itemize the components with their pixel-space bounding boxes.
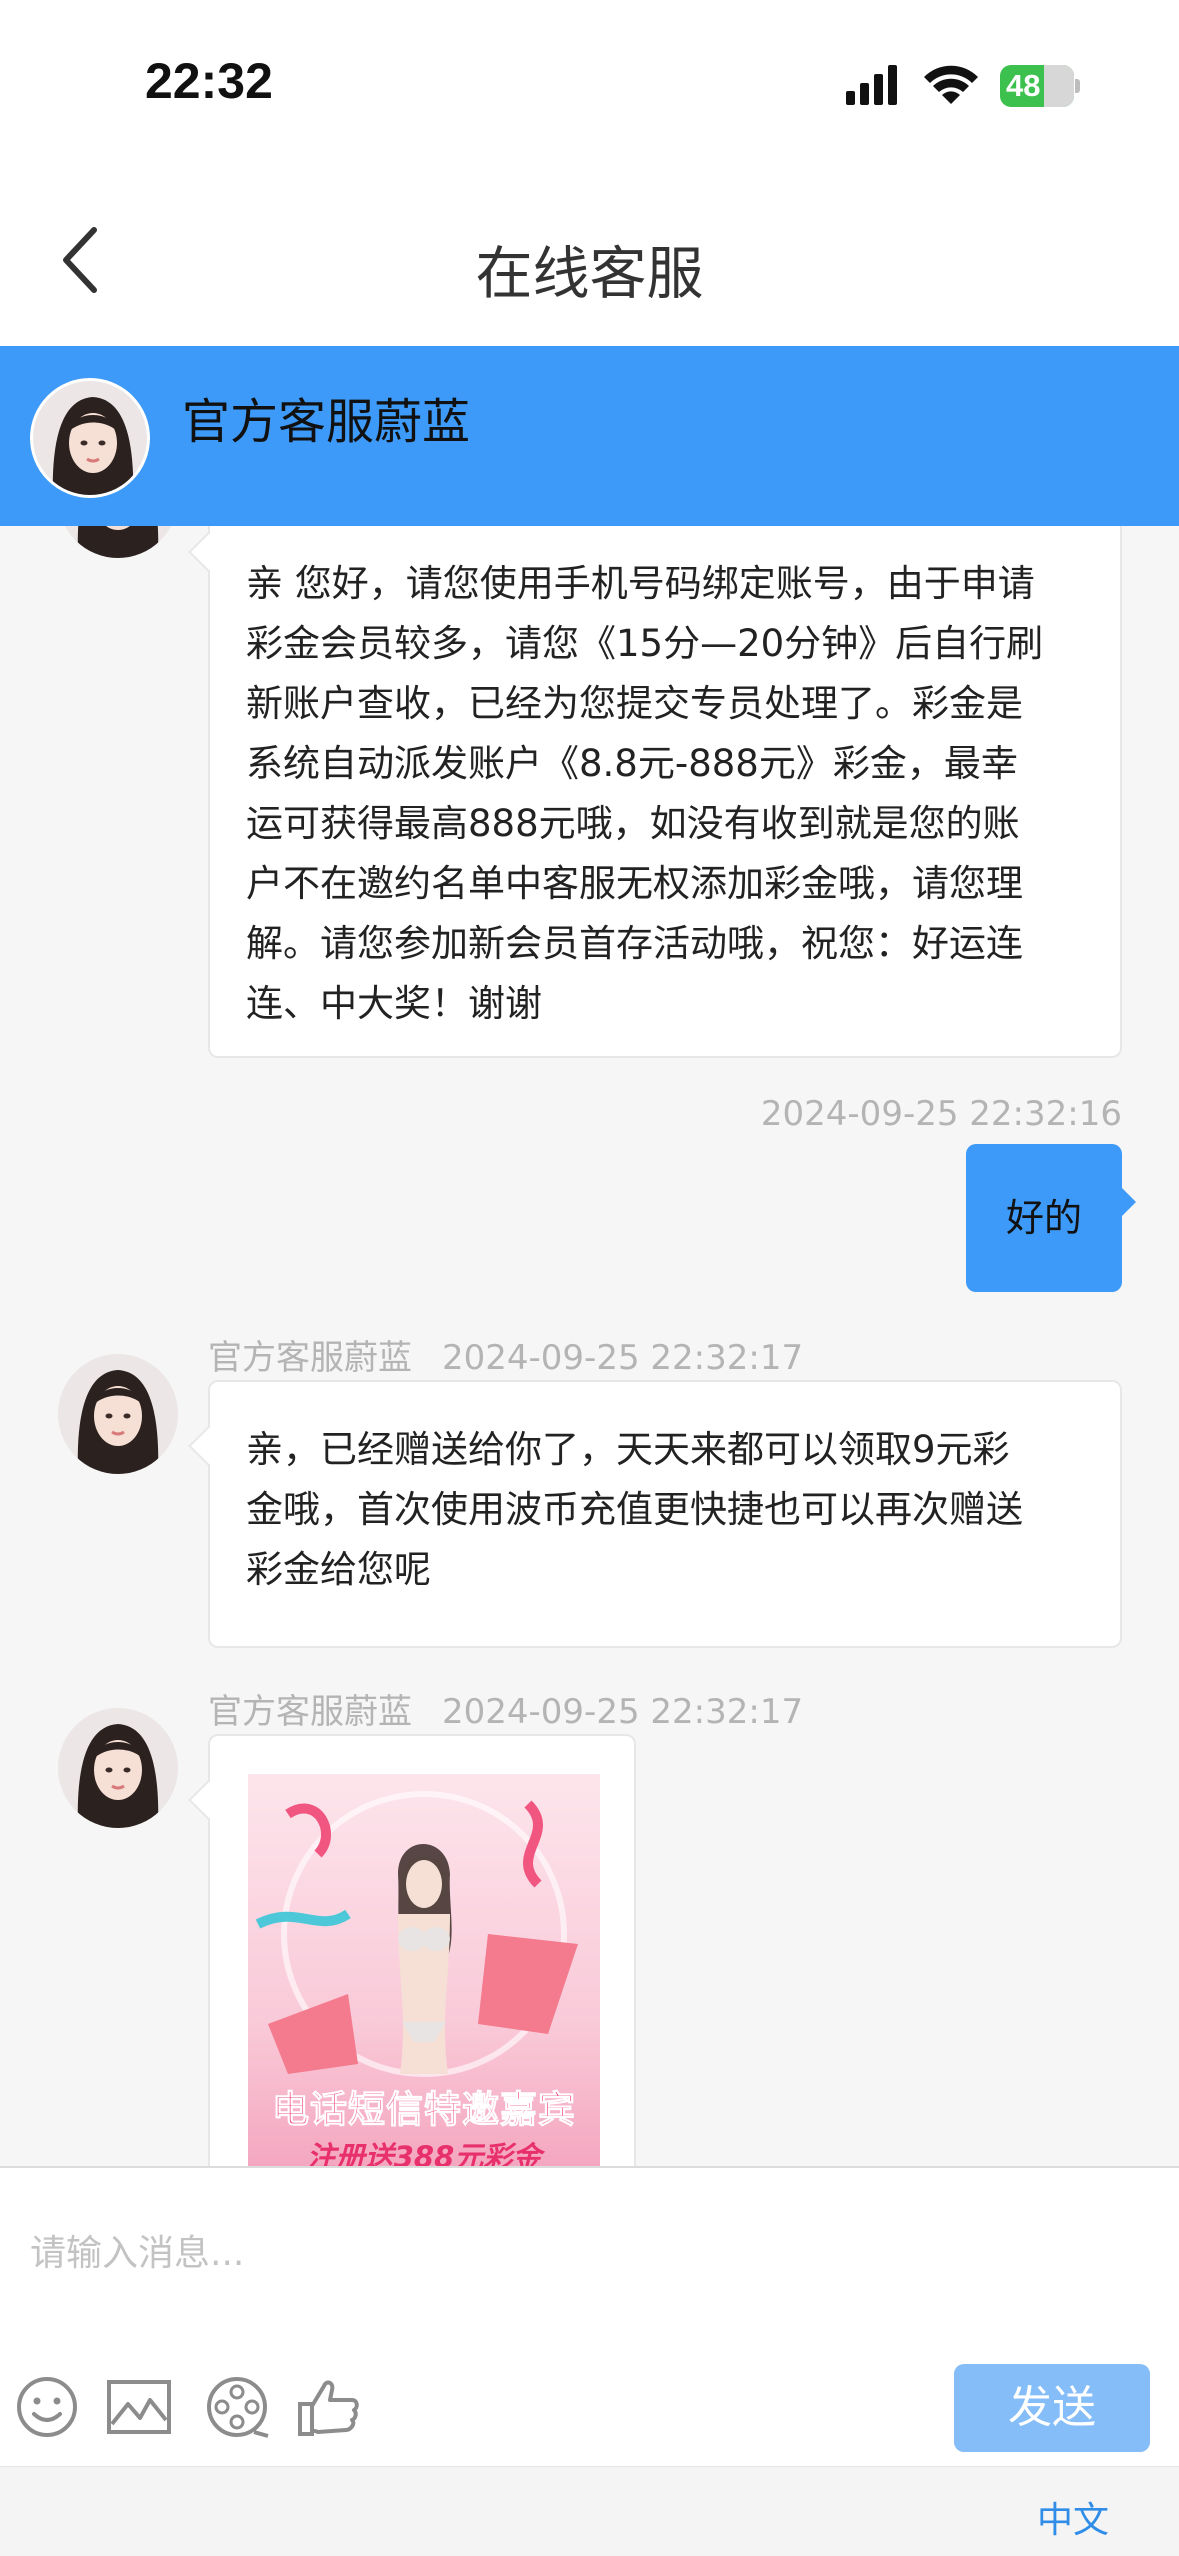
input-area: 发送	[0, 2166, 1179, 2466]
message-line: 彩金给您呢	[246, 1548, 431, 1591]
message-line: 运可获得最高888元哦，如没有收到就是您的账	[246, 802, 1020, 845]
message-line: 解。请您参加新会员首存活动哦，祝您：好运连	[246, 922, 1023, 965]
signal-icon	[846, 65, 897, 105]
message-timestamp: 2024-09-25 22:32:17	[442, 1692, 804, 1732]
battery-level: 48	[1006, 68, 1041, 103]
avatar	[58, 1708, 178, 1828]
message-text: 好的	[1005, 1196, 1082, 1240]
battery-indicator: 48	[1000, 65, 1080, 107]
image-message-bubble[interactable]: 电话短信特邀嘉宾 注册送388元彩金	[188, 1734, 636, 2166]
avatar	[58, 526, 178, 558]
footer: 中文	[0, 2466, 1179, 2556]
emoji-icon	[17, 2377, 77, 2437]
message-line: 新账户查收，已经为您提交专员处理了。彩金是	[246, 682, 1023, 725]
wifi-icon	[924, 65, 978, 104]
agent-name: 官方客服蔚蓝	[182, 394, 471, 450]
video-icon	[207, 2377, 269, 2438]
self-message-bubble: 好的	[966, 1144, 1136, 1292]
thumbs-up-icon	[298, 2380, 359, 2436]
message-timestamp: 2024-09-25 22:32:16	[760, 1094, 1122, 1134]
message-meta: 官方客服蔚蓝 2024-09-25 22:32:17	[208, 1330, 803, 1379]
message-line: 亲，已经赠送给你了，天天来都可以领取9元彩	[246, 1428, 1010, 1471]
video-button[interactable]	[204, 2374, 270, 2440]
status-bar: 22:32 48	[0, 0, 1179, 170]
message-bubble: 亲 您好，请您使用手机号码绑定账号，由于申请 彩金会员较多，请您《15分—20分…	[188, 526, 1122, 1058]
message-timestamp: 2024-09-25 22:32:17	[442, 1338, 804, 1378]
status-time: 22:32	[145, 53, 273, 109]
message-line: 户不在邀约名单中客服无权添加彩金哦，请您理	[246, 862, 1023, 905]
avatar	[30, 378, 150, 498]
chat-messages[interactable]: 亲 您好，请您使用手机号码绑定账号，由于申请 彩金会员较多，请您《15分—20分…	[0, 526, 1179, 2166]
message-meta: 官方客服蔚蓝 2024-09-25 22:32:17	[208, 1684, 803, 1733]
message-input[interactable]	[30, 2198, 1130, 2308]
promo-image[interactable]: 电话短信特邀嘉宾 注册送388元彩金	[248, 1774, 600, 2166]
message-line: 金哦，首次使用波币充值更快捷也可以再次赠送	[246, 1488, 1023, 1531]
page-title: 在线客服	[475, 241, 704, 307]
sender-name: 官方客服蔚蓝	[208, 1338, 412, 1378]
promo-subtitle: 注册送388元彩金	[306, 2140, 542, 2166]
message-line: 亲 您好，请您使用手机号码绑定账号，由于申请	[246, 562, 1035, 605]
message-bubble: 亲，已经赠送给你了，天天来都可以领取9元彩 金哦，首次使用波币充值更快捷也可以再…	[188, 1380, 1122, 1648]
image-icon	[107, 2380, 171, 2434]
promo-title: 电话短信特邀嘉宾	[272, 2088, 576, 2132]
message-line: 系统自动派发账户《8.8元-888元》彩金，最幸	[246, 742, 1018, 785]
agent-banner: 官方客服蔚蓝	[0, 346, 1179, 526]
emoji-button[interactable]	[14, 2374, 80, 2440]
send-button[interactable]: 发送	[954, 2364, 1150, 2452]
language-switch[interactable]: 中文	[1037, 2491, 1109, 2543]
avatar	[58, 1354, 178, 1474]
nav-bar: 在线客服	[0, 170, 1179, 346]
message-line: 连、中大奖！谢谢	[246, 982, 542, 1025]
image-button[interactable]	[106, 2374, 172, 2440]
thumbs-up-button[interactable]	[296, 2374, 362, 2440]
sender-name: 官方客服蔚蓝	[208, 1692, 412, 1732]
message-line: 彩金会员较多，请您《15分—20分钟》后自行刷	[246, 622, 1044, 665]
